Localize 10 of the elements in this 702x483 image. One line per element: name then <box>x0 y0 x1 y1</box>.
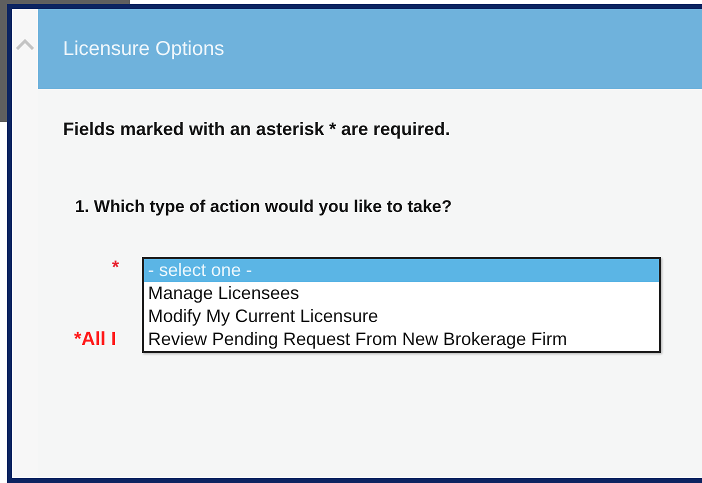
required-note: Fields marked with an asterisk * are required. <box>63 119 452 140</box>
error-note: *All I <box>74 329 116 351</box>
required-mark: * <box>112 257 120 278</box>
list-option[interactable]: Manage Licensees <box>144 282 659 305</box>
dropdown-list[interactable]: - select one - Manage Licensees Modify My Current Licensure Review Pending Request From New Brokerage Firm <box>142 257 661 353</box>
list-option[interactable]: Review Pending Request From New Brokerage Firm <box>144 328 659 351</box>
panel-title: Licensure Options <box>63 38 224 60</box>
list-option[interactable]: Modify My Current Licensure <box>144 305 659 328</box>
caret-up-icon[interactable] <box>16 39 34 50</box>
question-label: 1. Which type of action would you like to take? <box>75 197 453 217</box>
